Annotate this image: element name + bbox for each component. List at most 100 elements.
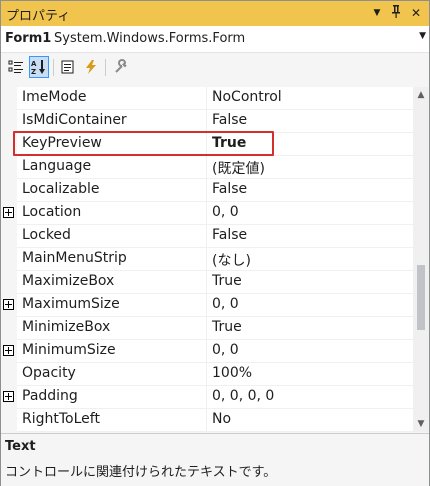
row-margin <box>1 156 17 179</box>
property-value[interactable]: (なし) <box>212 250 251 270</box>
property-row[interactable]: Location 0, 0 <box>1 202 413 225</box>
property-name: Location <box>22 204 82 220</box>
expand-icon[interactable] <box>3 207 14 218</box>
property-name: MaximizeBox <box>22 273 115 289</box>
property-row[interactable]: MinimumSize 0, 0 <box>1 340 413 363</box>
description-text: コントロールに関連付けられたテキストです。 <box>5 465 277 480</box>
keypreview-highlight <box>13 131 274 156</box>
row-margin <box>1 363 17 386</box>
toolbar-separator <box>105 59 106 76</box>
property-value[interactable]: False <box>212 181 247 197</box>
column-separator <box>206 248 207 271</box>
property-row[interactable]: Locked False <box>1 225 413 248</box>
column-separator <box>206 409 207 432</box>
property-name: IsMdiContainer <box>22 112 127 128</box>
title-bar[interactable]: プロパティ ▼ ✕ <box>1 1 429 26</box>
toolbar-separator <box>53 59 54 76</box>
pin-icon[interactable] <box>388 4 404 22</box>
property-value[interactable]: 0, 0 <box>212 296 239 312</box>
property-row[interactable]: IsMdiContainer False <box>1 110 413 133</box>
property-row[interactable]: MaximizeBox True <box>1 271 413 294</box>
row-margin <box>1 340 17 363</box>
property-row[interactable]: MinimizeBox True <box>1 317 413 340</box>
row-margin <box>1 225 17 248</box>
vertical-scrollbar[interactable]: ▲ ▼ <box>413 87 429 432</box>
svg-text:Z: Z <box>31 68 36 75</box>
property-pages-icon[interactable] <box>111 56 131 78</box>
expand-icon[interactable] <box>3 345 14 356</box>
description-pane: Text コントロールに関連付けられたテキストです。 <box>1 433 429 486</box>
scroll-down-icon[interactable]: ▼ <box>413 416 429 432</box>
column-separator <box>206 271 207 294</box>
property-name: Locked <box>22 227 71 243</box>
property-row[interactable]: MainMenuStrip (なし) <box>1 248 413 271</box>
description-title: Text <box>5 439 36 454</box>
column-separator <box>206 317 207 340</box>
property-name: Localizable <box>22 181 100 197</box>
row-margin <box>1 248 17 271</box>
property-name: MinimizeBox <box>22 319 111 335</box>
scroll-thumb[interactable] <box>417 265 425 330</box>
column-separator <box>206 340 207 363</box>
column-separator <box>206 363 207 386</box>
row-margin <box>1 202 17 225</box>
properties-window: プロパティ ▼ ✕ Form1 System.Windows.Forms.For… <box>0 0 430 486</box>
row-margin <box>1 409 17 432</box>
property-name: Opacity <box>22 365 76 381</box>
svg-text:A: A <box>31 60 37 68</box>
property-name: Language <box>22 158 92 174</box>
properties-icon[interactable] <box>58 56 78 78</box>
property-name: RightToLeft <box>22 411 100 427</box>
property-row[interactable]: RightToLeft No <box>1 409 413 432</box>
property-value[interactable]: 100% <box>212 365 252 381</box>
property-row[interactable]: Padding 0, 0, 0, 0 <box>1 386 413 409</box>
close-icon[interactable]: ✕ <box>408 4 424 22</box>
property-value[interactable]: False <box>212 112 247 128</box>
column-separator <box>206 110 207 133</box>
row-margin <box>1 87 17 110</box>
object-name: Form1 <box>5 31 52 46</box>
property-row[interactable]: MaximumSize 0, 0 <box>1 294 413 317</box>
scroll-up-icon[interactable]: ▲ <box>413 87 429 103</box>
row-margin <box>1 110 17 133</box>
column-separator <box>206 386 207 409</box>
column-separator <box>206 225 207 248</box>
object-selector[interactable]: Form1 System.Windows.Forms.Form ▼ <box>1 26 429 53</box>
property-row[interactable]: ImeMode NoControl <box>1 87 413 110</box>
chevron-down-icon[interactable]: ▼ <box>419 31 426 41</box>
property-name: MainMenuStrip <box>22 250 127 266</box>
property-value[interactable]: No <box>212 411 231 427</box>
toolbar: A Z <box>1 53 429 83</box>
property-name: Padding <box>22 388 78 404</box>
property-name: MaximumSize <box>22 296 120 312</box>
property-row[interactable]: Opacity 100% <box>1 363 413 386</box>
property-value[interactable]: NoControl <box>212 89 282 105</box>
object-type: System.Windows.Forms.Form <box>54 31 246 46</box>
column-separator <box>206 294 207 317</box>
property-row[interactable]: Language (既定値) <box>1 156 413 179</box>
column-separator <box>206 87 207 110</box>
expand-icon[interactable] <box>3 299 14 310</box>
expand-icon[interactable] <box>3 391 14 402</box>
property-name: ImeMode <box>22 89 87 105</box>
property-value[interactable]: 0, 0 <box>212 342 239 358</box>
row-margin <box>1 294 17 317</box>
column-separator <box>206 156 207 179</box>
property-value[interactable]: True <box>212 273 242 289</box>
column-separator <box>206 202 207 225</box>
property-row[interactable]: Localizable False <box>1 179 413 202</box>
property-value[interactable]: False <box>212 227 247 243</box>
window-menu-dropdown-icon[interactable]: ▼ <box>369 4 385 22</box>
property-value[interactable]: True <box>212 319 242 335</box>
property-value[interactable]: (既定値) <box>212 158 265 178</box>
alphabetical-icon[interactable]: A Z <box>29 56 49 78</box>
property-value[interactable]: 0, 0, 0, 0 <box>212 388 274 404</box>
column-separator <box>206 179 207 202</box>
row-margin <box>1 271 17 294</box>
row-margin <box>1 317 17 340</box>
categorized-icon[interactable] <box>6 56 26 78</box>
window-title: プロパティ <box>6 9 71 24</box>
events-icon[interactable] <box>81 56 101 78</box>
row-margin <box>1 179 17 202</box>
property-value[interactable]: 0, 0 <box>212 204 239 220</box>
